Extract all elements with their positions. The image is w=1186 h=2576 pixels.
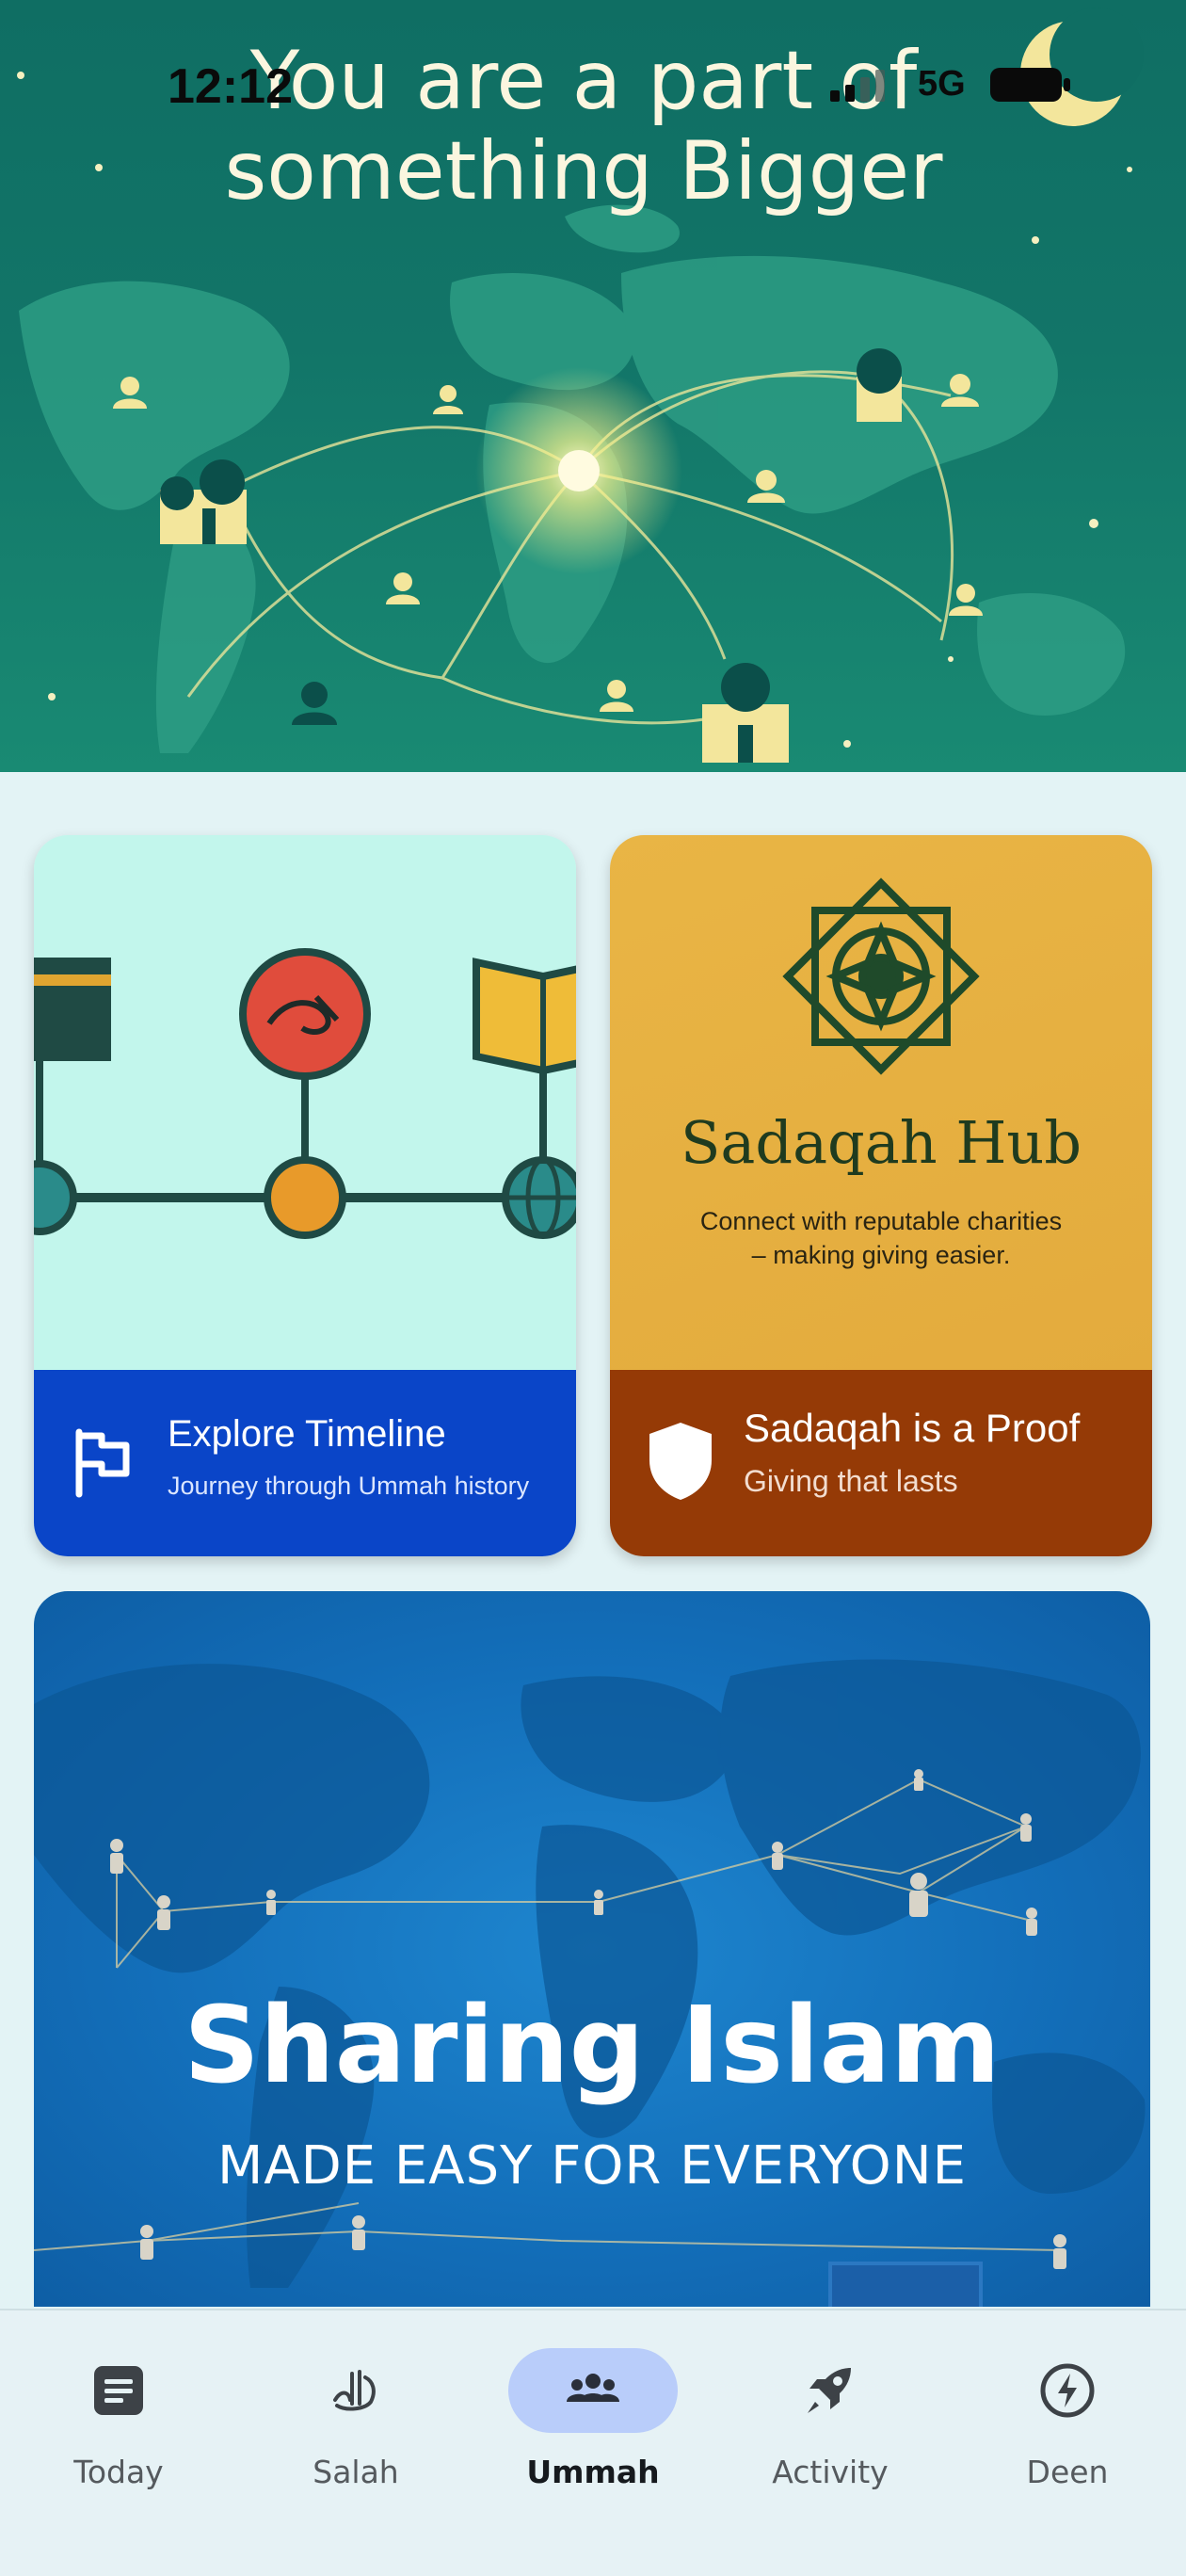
tab-deen[interactable]: Deen	[964, 2329, 1171, 2508]
banner-subtitle: MADE EASY FOR EVERYONE	[216, 2135, 968, 2197]
globe-icon	[502, 1156, 576, 1239]
sadaqah-hub-description: Connect with reputable charities – makin…	[610, 1204, 1152, 1272]
book-icon	[473, 958, 576, 1075]
battery-icon	[990, 68, 1070, 102]
bottom-tab-bar: Today Salah Ummah Activity Deen	[0, 2309, 1186, 2576]
tab-salah[interactable]: Salah	[252, 2329, 459, 2508]
rocket-icon	[808, 2368, 851, 2413]
world-network-illustration	[34, 1659, 1146, 2307]
timeline-illustration	[34, 835, 576, 1370]
document-icon	[94, 2366, 143, 2415]
sadaqah-desc-line1: Connect with reputable charities	[699, 1207, 1063, 1235]
ornament-star-icon	[782, 877, 980, 1075]
banner-title: Sharing Islam	[184, 1985, 1001, 2107]
tab-ummah-label: Ummah	[526, 2454, 660, 2490]
sadaqah-hub-card[interactable]: Sadaqah Hub Connect with reputable chari…	[610, 835, 1152, 1556]
shield-icon	[649, 1423, 712, 1500]
tab-salah-label: Salah	[313, 2454, 399, 2490]
hero-banner: You are a part of something Bigger 12:12…	[0, 0, 1186, 772]
calligraphy-icon	[333, 2370, 376, 2411]
sadaqah-desc-line2: – making giving easier.	[751, 1241, 1011, 1269]
tab-today-label: Today	[73, 2454, 164, 2490]
flag-icon	[75, 1428, 130, 1498]
timeline-card-title: Explore Timeline	[168, 1413, 446, 1455]
sadaqah-card-title: Sadaqah is a Proof	[744, 1406, 1081, 1450]
tab-activity-label: Activity	[772, 2454, 889, 2490]
tab-today[interactable]: Today	[15, 2329, 222, 2508]
calligraphy-medallion-icon	[239, 948, 371, 1080]
tab-deen-label: Deen	[1026, 2454, 1109, 2490]
bolt-icon	[1040, 2363, 1095, 2418]
status-time: 12:12	[168, 59, 293, 114]
explore-timeline-card[interactable]: Explore Timeline Journey through Ummah h…	[34, 835, 576, 1556]
network-label: 5G	[918, 64, 966, 104]
hero-title-line2: something Bigger	[224, 124, 943, 218]
sadaqah-illustration: Sadaqah Hub Connect with reputable chari…	[610, 835, 1152, 1370]
sadaqah-footer[interactable]: Sadaqah is a Proof Giving that lasts	[610, 1370, 1152, 1556]
sharing-islam-banner[interactable]: Sharing Islam MADE EASY FOR EVERYONE	[34, 1591, 1150, 2307]
people-icon	[567, 2374, 619, 2402]
sadaqah-hub-title: Sadaqah Hub	[680, 1108, 1082, 1177]
sadaqah-card-subtitle: Giving that lasts	[744, 1464, 958, 1498]
tab-ummah[interactable]: Ummah	[489, 2329, 697, 2508]
timeline-card-subtitle: Journey through Ummah history	[168, 1472, 530, 1500]
signal-icon	[830, 70, 885, 102]
timeline-footer[interactable]: Explore Timeline Journey through Ummah h…	[34, 1370, 576, 1556]
kaaba-icon	[34, 958, 111, 1061]
tab-activity[interactable]: Activity	[727, 2329, 934, 2508]
